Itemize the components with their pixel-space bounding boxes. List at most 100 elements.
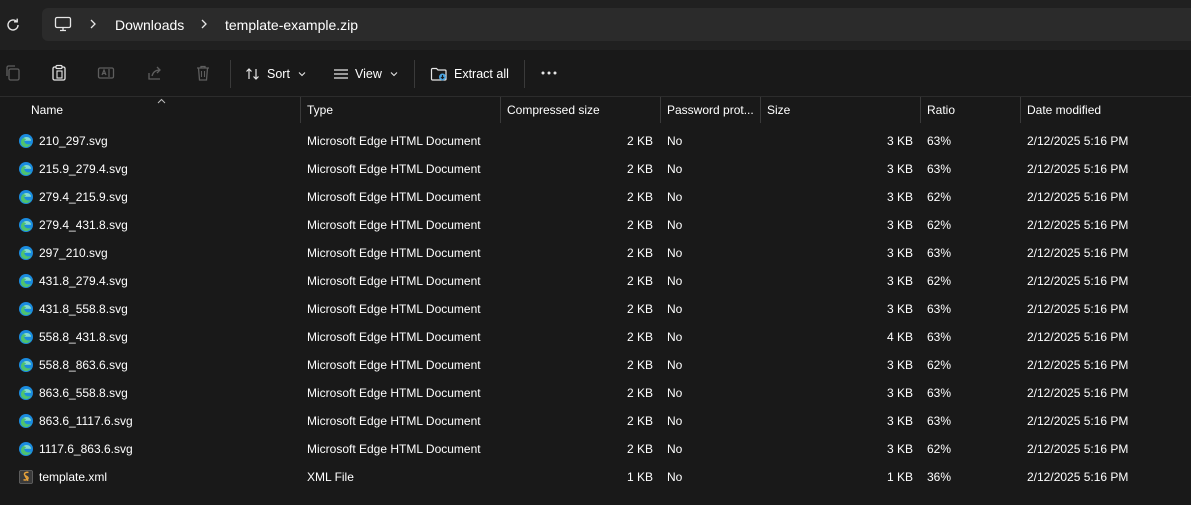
chevron-right-icon[interactable] (199, 18, 209, 30)
navigation-bar: Downloads template-example.zip (0, 0, 1191, 50)
view-label: View (355, 67, 382, 81)
rename-icon[interactable] (97, 64, 115, 82)
this-pc-icon[interactable] (54, 16, 72, 32)
more-options-icon[interactable] (540, 64, 558, 82)
paste-icon[interactable] (50, 64, 68, 82)
file-date-modified: 2/12/2025 5:16 PM (1027, 134, 1129, 148)
file-row[interactable]: 210_297.svg Microsoft Edge HTML Document 2… (0, 127, 1191, 155)
file-ratio: 36% (927, 470, 952, 484)
breadcrumb-downloads[interactable]: Downloads (115, 17, 184, 33)
file-type: Microsoft Edge HTML Document (307, 358, 481, 372)
file-password-protected: No (667, 302, 683, 316)
file-password-protected: No (667, 162, 683, 176)
file-date-modified: 2/12/2025 5:16 PM (1027, 190, 1129, 204)
edge-icon (19, 414, 33, 428)
delete-icon[interactable] (194, 64, 212, 82)
file-size: 3 KB (886, 414, 913, 428)
file-type: Microsoft Edge HTML Document (307, 386, 481, 400)
toolbar-divider (414, 60, 415, 88)
copy-icon[interactable] (4, 64, 22, 82)
column-header-ratio[interactable]: Ratio (921, 97, 1019, 123)
file-ratio: 63% (927, 330, 952, 344)
file-row[interactable]: 297_210.svg Microsoft Edge HTML Document 2… (0, 239, 1191, 267)
view-button[interactable]: View (333, 62, 398, 86)
file-type: Microsoft Edge HTML Document (307, 246, 481, 260)
file-row[interactable]: 558.8_431.8.svg Microsoft Edge HTML Docum… (0, 323, 1191, 351)
edge-icon (19, 386, 33, 400)
file-type: Microsoft Edge HTML Document (307, 330, 481, 344)
file-ratio: 63% (927, 302, 952, 316)
file-size: 3 KB (886, 190, 913, 204)
file-compressed-size: 1 KB (626, 470, 653, 484)
sort-button[interactable]: Sort (245, 62, 306, 86)
file-row[interactable]: 431.8_558.8.svg Microsoft Edge HTML Docum… (0, 295, 1191, 323)
file-type: Microsoft Edge HTML Document (307, 190, 481, 204)
file-date-modified: 2/12/2025 5:16 PM (1027, 274, 1129, 288)
file-password-protected: No (667, 358, 683, 372)
edge-icon (19, 302, 33, 316)
column-header-compressed-size[interactable]: Compressed size (501, 97, 659, 123)
edge-icon (19, 134, 33, 148)
file-compressed-size: 2 KB (626, 218, 653, 232)
address-bar[interactable]: Downloads template-example.zip (42, 8, 1191, 41)
file-ratio: 62% (927, 218, 952, 232)
edge-icon (19, 190, 33, 204)
file-size: 3 KB (886, 302, 913, 316)
file-size: 3 KB (886, 246, 913, 260)
file-ratio: 62% (927, 190, 952, 204)
file-name: 279.4_215.9.svg (39, 190, 128, 204)
file-date-modified: 2/12/2025 5:16 PM (1027, 218, 1129, 232)
column-header-size[interactable]: Size (761, 97, 919, 123)
column-header-date-modified[interactable]: Date modified (1021, 97, 1189, 123)
share-icon[interactable] (146, 64, 164, 82)
file-name: 1117.6_863.6.svg (39, 442, 133, 456)
file-size: 3 KB (886, 274, 913, 288)
file-row[interactable]: 215.9_279.4.svg Microsoft Edge HTML Docum… (0, 155, 1191, 183)
extract-all-label: Extract all (454, 67, 509, 81)
file-ratio: 63% (927, 246, 952, 260)
file-password-protected: No (667, 274, 683, 288)
file-row[interactable]: 1117.6_863.6.svg Microsoft Edge HTML Docu… (0, 435, 1191, 463)
file-row[interactable]: 863.6_1117.6.svg Microsoft Edge HTML Docu… (0, 407, 1191, 435)
file-row[interactable]: 863.6_558.8.svg Microsoft Edge HTML Docum… (0, 379, 1191, 407)
edge-icon (19, 442, 33, 456)
refresh-icon[interactable] (4, 16, 22, 34)
column-header-password-protected[interactable]: Password prot... (661, 97, 759, 123)
column-header-name[interactable]: Name (25, 97, 295, 123)
file-compressed-size: 2 KB (626, 302, 653, 316)
file-password-protected: No (667, 190, 683, 204)
file-compressed-size: 2 KB (626, 358, 653, 372)
file-date-modified: 2/12/2025 5:16 PM (1027, 302, 1129, 316)
file-name: 863.6_1117.6.svg (39, 414, 133, 428)
edge-icon (19, 218, 33, 232)
file-name: 558.8_431.8.svg (39, 330, 128, 344)
sort-icon (246, 68, 259, 80)
file-type: Microsoft Edge HTML Document (307, 162, 481, 176)
command-bar: Sort View Extract all (0, 50, 1191, 97)
file-password-protected: No (667, 470, 683, 484)
extract-all-button[interactable]: Extract all (430, 62, 509, 86)
file-name: template.xml (39, 470, 108, 484)
file-password-protected: No (667, 414, 683, 428)
file-row[interactable]: template.xml XML File 1 KB No 1 KB 36% 2/12/20… (0, 463, 1191, 491)
file-password-protected: No (667, 246, 683, 260)
file-name: 215.9_279.4.svg (39, 162, 128, 176)
edge-icon (19, 330, 33, 344)
file-name: 431.8_558.8.svg (39, 302, 128, 316)
file-row[interactable]: 558.8_863.6.svg Microsoft Edge HTML Docum… (0, 351, 1191, 379)
file-row[interactable]: 279.4_431.8.svg Microsoft Edge HTML Docum… (0, 211, 1191, 239)
file-ratio: 63% (927, 386, 952, 400)
file-size: 3 KB (886, 386, 913, 400)
file-password-protected: No (667, 442, 683, 456)
file-compressed-size: 2 KB (626, 442, 653, 456)
file-compressed-size: 2 KB (626, 246, 653, 260)
file-row[interactable]: 431.8_279.4.svg Microsoft Edge HTML Docum… (0, 267, 1191, 295)
file-row[interactable]: 279.4_215.9.svg Microsoft Edge HTML Docum… (0, 183, 1191, 211)
file-size: 3 KB (886, 442, 913, 456)
file-size: 4 KB (886, 330, 913, 344)
breadcrumb-current-folder[interactable]: template-example.zip (225, 17, 358, 33)
file-compressed-size: 2 KB (626, 134, 653, 148)
xml-file-icon (19, 470, 33, 484)
chevron-right-icon[interactable] (88, 18, 98, 30)
column-header-type[interactable]: Type (301, 97, 499, 123)
